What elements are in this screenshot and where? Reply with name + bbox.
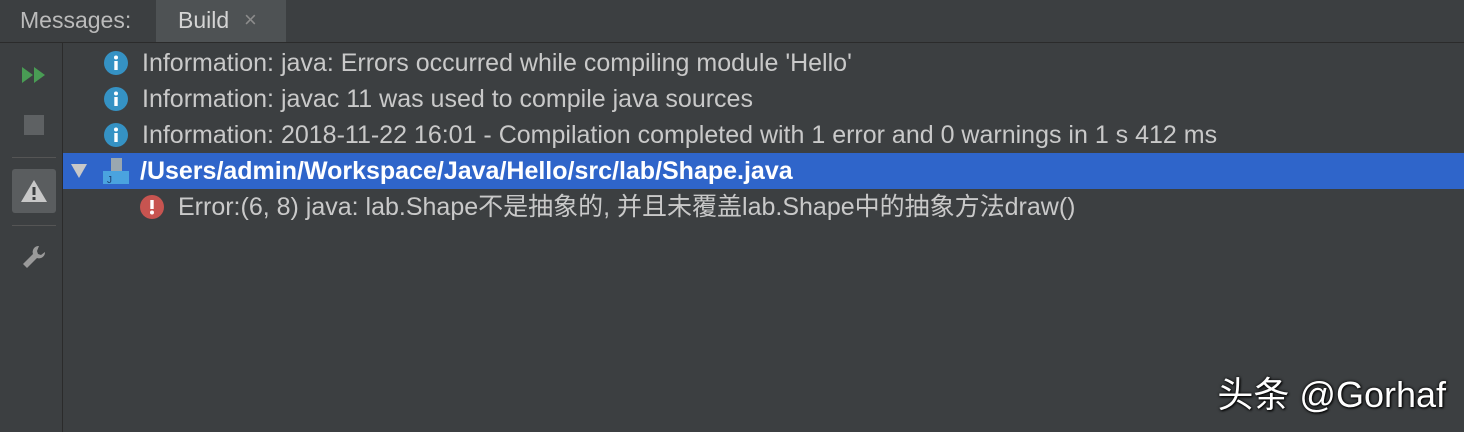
stop-icon xyxy=(24,115,44,135)
rerun-icon xyxy=(22,67,45,83)
error-icon xyxy=(140,195,164,219)
warning-filter-button[interactable] xyxy=(12,169,56,213)
svg-text:J: J xyxy=(107,175,112,185)
file-row[interactable]: J /Users/admin/Workspace/Java/Hello/src/… xyxy=(63,153,1464,189)
rerun-button[interactable] xyxy=(12,53,56,97)
list-item[interactable]: Information: javac 11 was used to compil… xyxy=(63,81,1464,117)
java-file-icon: J xyxy=(103,158,129,185)
messages-caption: Messages: xyxy=(20,7,132,33)
toolbar-divider xyxy=(12,157,56,158)
close-icon[interactable]: × xyxy=(244,0,257,40)
info-icon xyxy=(104,87,128,111)
list-item[interactable]: Information: java: Errors occurred while… xyxy=(63,45,1464,81)
stop-button[interactable] xyxy=(12,103,56,147)
list-item[interactable]: Error:(6, 8) java: lab.Shape不是抽象的, 并且未覆盖… xyxy=(63,189,1464,225)
file-path: /Users/admin/Workspace/Java/Hello/src/la… xyxy=(140,157,793,185)
warning-filter-icon xyxy=(21,180,47,202)
list-item[interactable]: Information: 2018-11-22 16:01 - Compilat… xyxy=(63,117,1464,153)
message-text: Information: java: Errors occurred while… xyxy=(142,49,852,77)
error-message: Error:(6, 8) java: lab.Shape不是抽象的, 并且未覆盖… xyxy=(178,193,1076,221)
expand-arrow-icon[interactable] xyxy=(70,163,88,179)
message-text: Information: 2018-11-22 16:01 - Compilat… xyxy=(142,121,1218,149)
side-toolbar xyxy=(0,43,63,432)
info-icon xyxy=(104,123,128,147)
tab-build-label: Build xyxy=(178,7,230,33)
tab-build[interactable]: Build × xyxy=(156,0,286,42)
message-text: Information: javac 11 was used to compil… xyxy=(142,85,753,113)
wrench-icon xyxy=(23,245,46,268)
info-icon xyxy=(104,51,128,75)
watermark: 头条 @Gorhaf xyxy=(1217,374,1446,415)
toolbar-divider xyxy=(12,225,56,226)
settings-button[interactable] xyxy=(12,235,56,279)
tool-window-header: Messages: Build × xyxy=(0,0,1464,43)
